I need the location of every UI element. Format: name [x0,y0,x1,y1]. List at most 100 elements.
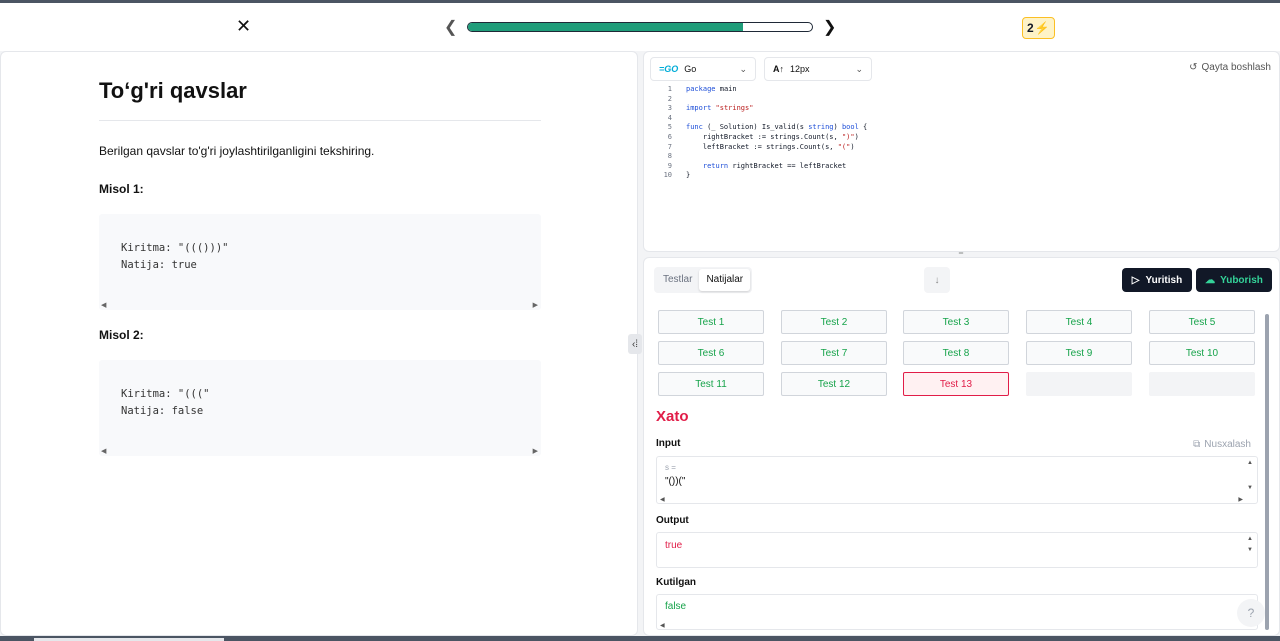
code-line: 5 func (_ Solution) Is_valid(s string) bo… [667,123,868,132]
scroll-left-icon[interactable]: ◀ [660,622,665,629]
play-icon: ▷ [1131,274,1140,286]
font-size-icon: A↑ [773,64,784,74]
problem-panel: To‘g'ri qavslar Berilgan qavslar to'g'ri… [0,51,638,636]
expected-value: false [665,601,687,612]
example-output-line: Natija: false [121,405,204,417]
problem-title: To‘g'ri qavslar [99,78,247,103]
code-line: 2 [667,94,672,103]
scroll-down-icon[interactable]: ▼ [1247,547,1253,553]
problem-description: Berilgan qavslar to'g'ri joylashtirilgan… [99,144,375,158]
bottom-bar [0,636,1280,641]
code-editor-panel: =GO Go ⌄ A↑ 12px ⌄ ↺ Qayta boshlash 1 pac… [643,51,1280,252]
test-case-placeholder [1026,372,1132,396]
code-area[interactable]: 1 package main 2 3 import "strings" 4 5 fun… [652,85,1252,181]
streak-badge[interactable]: 2 ⚡ [1022,17,1055,39]
lightning-icon: ⚡ [1034,21,1050,35]
results-scrollbar[interactable] [1264,314,1270,630]
scroll-left-icon[interactable]: ◀ [101,447,106,455]
output-box[interactable]: true ▲ ▼ [656,532,1258,568]
test-case-button[interactable]: Test 5 [1149,310,1255,334]
chevron-right-icon[interactable]: ❯ [823,17,836,37]
input-variable: s = [665,463,676,472]
cloud-upload-icon: ☁ [1205,274,1216,286]
language-select[interactable]: =GO Go ⌄ [650,57,756,81]
run-button[interactable]: ▷ Yuritish [1122,268,1192,292]
language-value: Go [684,64,697,74]
test-case-button[interactable]: Test 1 [658,310,764,334]
test-case-button[interactable]: Test 10 [1149,341,1255,365]
code-line: 3 import "strings" [667,104,754,113]
chevron-down-icon: ⌄ [739,63,747,74]
reset-button[interactable]: ↺ Qayta boshlash [1189,62,1271,73]
test-case-button[interactable]: Test 7 [781,341,887,365]
test-case-button[interactable]: Test 2 [781,310,887,334]
progress-fill [468,23,744,31]
test-case-button[interactable]: Test 3 [903,310,1009,334]
example-label: Misol 1: [99,182,144,196]
code-line: 4 [667,113,672,122]
test-case-button[interactable]: Test 11 [658,372,764,396]
progress-bar [467,22,813,32]
result-tabs: Testlar Natijalar [654,267,753,293]
copy-icon: ⧉ [1193,439,1201,450]
scroll-right-icon[interactable]: ▶ [1238,496,1243,503]
input-box[interactable]: s = "())(" ▲ ▼ ◀ ▶ [656,456,1258,504]
reset-icon: ↺ [1189,62,1198,73]
scroll-up-icon[interactable]: ▲ [1247,460,1253,466]
scroll-down-icon[interactable]: ▼ [1247,485,1253,491]
test-case-button[interactable]: Test 6 [658,341,764,365]
expected-box[interactable]: false ◀ [656,594,1258,630]
expected-label: Kutilgan [656,577,696,588]
scroll-right-icon[interactable]: ▶ [533,447,538,455]
code-line: 8 [667,152,672,161]
scroll-up-icon[interactable]: ▲ [1247,536,1253,542]
tab-results[interactable]: Natijalar [699,269,751,291]
output-value: true [665,540,683,551]
test-case-button[interactable]: Test 4 [1026,310,1132,334]
submit-button[interactable]: ☁ Yuborish [1196,268,1272,292]
collapse-panel-button[interactable]: ‹⁞ [628,334,642,354]
title-divider [99,120,541,121]
scroll-right-icon[interactable]: ▶ [533,301,538,309]
copy-label: Nusxalash [1204,439,1251,450]
code-line: 6 rightBracket := strings.Count(s, ")") [667,132,859,141]
close-icon[interactable]: ✕ [236,17,251,35]
scroll-left-icon[interactable]: ◀ [660,496,665,503]
go-logo-icon: =GO [659,64,679,74]
code-line: 9 return rightBracket == leftBracket [667,161,847,170]
results-panel: Testlar Natijalar ↓ ▷ Yuritish ☁ Yuboris… [643,257,1280,636]
input-label: Input [656,438,681,449]
arrow-down-icon[interactable]: ↓ [924,267,950,293]
example-label: Misol 2: [99,328,144,342]
scrollbar-thumb[interactable] [1265,314,1269,630]
run-label: Yuritish [1145,274,1183,286]
tab-tests[interactable]: Testlar [656,269,699,291]
example-input-line: Kiritma: "(((" [121,388,210,400]
test-case-button[interactable]: Test 13 [903,372,1009,396]
error-title: Xato [656,408,689,425]
chevron-left-icon[interactable]: ❮ [444,17,457,37]
example-input-line: Kiritma: "((()))" [121,242,229,254]
output-label: Output [656,515,689,526]
test-case-button[interactable]: Test 8 [903,341,1009,365]
streak-count: 2 [1027,21,1034,35]
test-case-button[interactable]: Test 9 [1026,341,1132,365]
code-line: 7 leftBracket := strings.Count(s, "(") [667,142,855,151]
font-size-select[interactable]: A↑ 12px ⌄ [764,57,872,81]
input-value: "())(" [665,476,686,487]
test-case-button[interactable]: Test 12 [781,372,887,396]
copy-button[interactable]: ⧉ Nusxalash [1193,439,1251,450]
code-line: 10} [663,171,691,180]
example-code-box: Kiritma: "(((" Natija: false ◀ ▶ [99,360,541,456]
reset-label: Qayta boshlash [1201,62,1272,73]
scroll-left-icon[interactable]: ◀ [101,301,106,309]
submit-label: Yuborish [1220,274,1263,286]
chevron-down-icon: ⌄ [855,63,863,74]
test-case-placeholder [1149,372,1255,396]
font-size-value: 12px [790,64,810,74]
code-line: 1 package main [667,85,737,93]
help-button[interactable]: ? [1237,599,1265,627]
example-output-line: Natija: true [121,259,197,271]
top-bar: ✕ ❮ ❯ 2 ⚡ [0,3,1280,51]
example-code-box: Kiritma: "((()))" Natija: true ◀ ▶ [99,214,541,310]
